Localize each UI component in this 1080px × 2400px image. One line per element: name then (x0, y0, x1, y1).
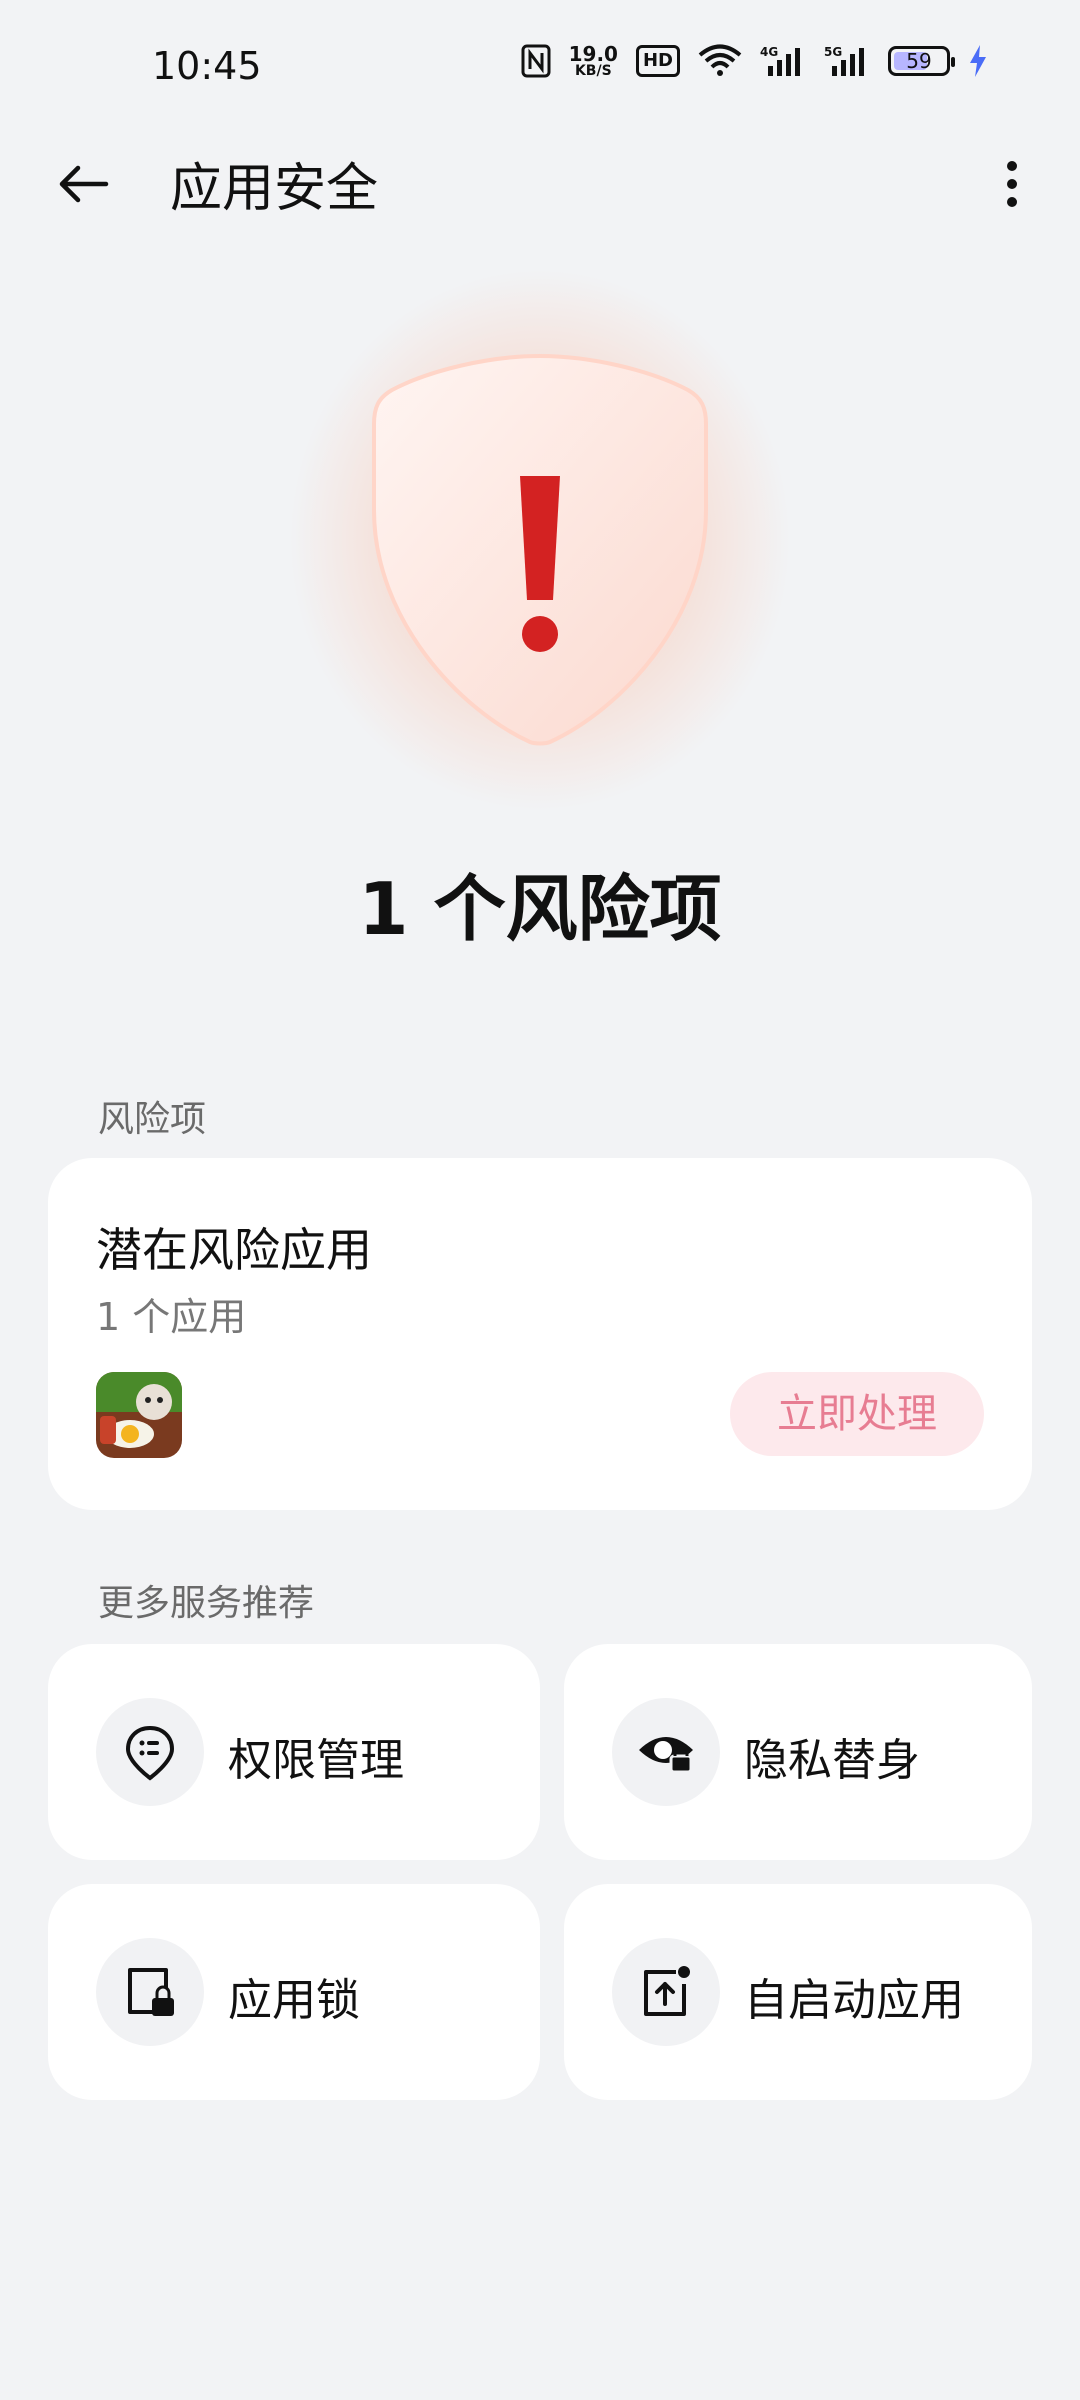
service-label: 隐私替身 (744, 1735, 920, 1786)
more-vertical-icon (1007, 161, 1017, 207)
back-button[interactable] (54, 154, 114, 214)
status-time: 10:45 (152, 44, 262, 88)
back-arrow-icon (59, 165, 109, 203)
wifi-icon (698, 44, 742, 78)
charging-icon (968, 45, 988, 77)
network-speed: 19.0 KB/S (569, 44, 618, 78)
hd-badge: HD (635, 45, 680, 77)
status-bar: 10:45 19.0 KB/S HD 4G 5G 59 (0, 0, 1080, 136)
speed-unit: KB/S (574, 63, 612, 79)
privacy-eye-icon (612, 1698, 720, 1806)
app-bar: 应用安全 (0, 136, 1080, 232)
security-status-hero (200, 270, 880, 830)
risk-section-label: 风险项 (98, 1099, 207, 1140)
service-label: 应用锁 (228, 1975, 360, 2026)
service-label: 权限管理 (228, 1735, 404, 1786)
more-options-button[interactable] (994, 154, 1030, 214)
net-1-label: 4G (760, 45, 778, 59)
service-permission-management[interactable]: 权限管理 (48, 1644, 540, 1860)
net-2-label: 5G (824, 45, 842, 59)
permission-icon (96, 1698, 204, 1806)
battery-level: 59 (906, 49, 932, 73)
signal-5g-icon: 5G (824, 44, 870, 78)
page-title: 应用安全 (170, 159, 379, 219)
auto-start-icon (612, 1938, 720, 2046)
risk-card-title: 潜在风险应用 (96, 1223, 372, 1277)
nfc-icon (521, 44, 551, 78)
service-privacy-avatar[interactable]: 隐私替身 (564, 1644, 1032, 1860)
status-icons: 19.0 KB/S HD 4G 5G 59 (521, 44, 988, 78)
services-section-label: 更多服务推荐 (98, 1583, 315, 1624)
warning-shield-icon (372, 353, 708, 746)
risk-card-subtitle: 1 个应用 (96, 1295, 247, 1339)
service-auto-start-apps[interactable]: 自启动应用 (564, 1884, 1032, 2100)
risk-count-title: 1 个风险项 (358, 867, 722, 951)
service-app-lock[interactable]: 应用锁 (48, 1884, 540, 2100)
speed-value: 19.0 (568, 42, 618, 66)
battery-indicator: 59 (888, 46, 955, 76)
signal-4g-icon: 4G (760, 44, 806, 78)
handle-now-button[interactable]: 立即处理 (730, 1372, 984, 1456)
app-lock-icon (96, 1938, 204, 2046)
service-label: 自启动应用 (744, 1975, 964, 2026)
risky-app-icon[interactable] (96, 1372, 182, 1458)
potential-risk-apps-card[interactable]: 潜在风险应用 1 个应用 立即处理 (48, 1158, 1032, 1510)
